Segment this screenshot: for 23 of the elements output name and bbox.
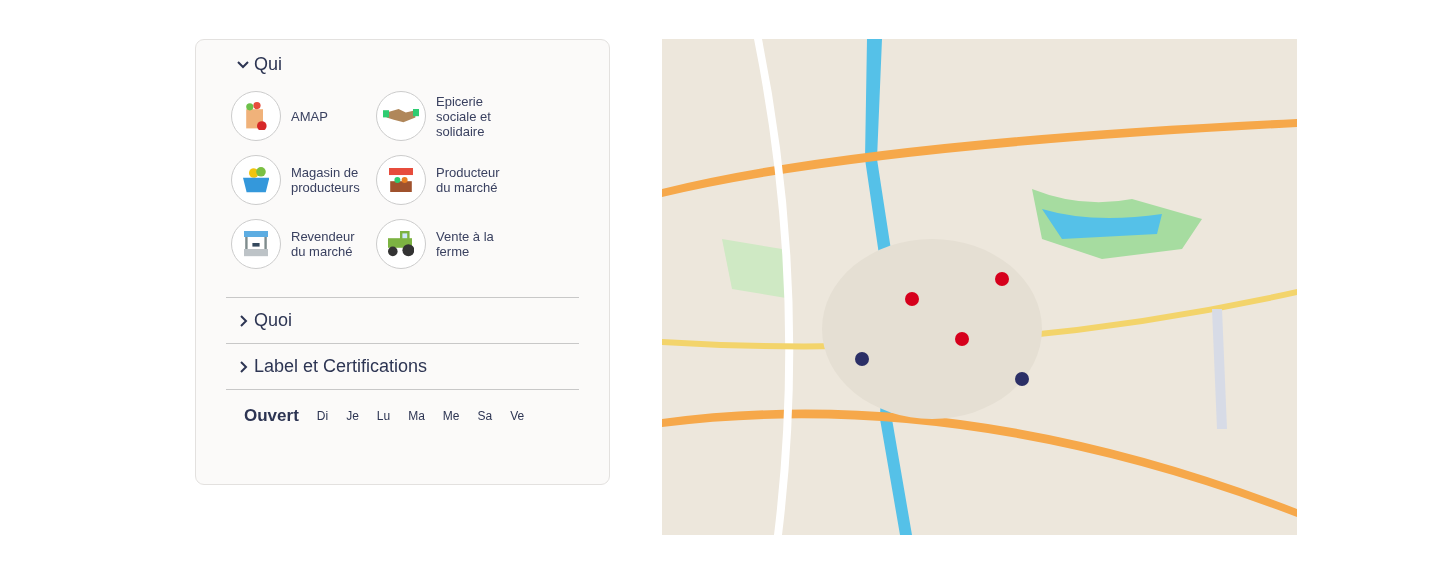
bag-icon <box>245 101 267 131</box>
day-option[interactable]: Me <box>442 409 460 423</box>
day-option[interactable]: Di <box>316 409 329 423</box>
kiosk-icon <box>244 231 268 257</box>
tractor-icon <box>387 231 415 257</box>
category-option[interactable]: Epicerie sociale et solidaire <box>376 91 521 141</box>
handshake-icon <box>383 109 419 123</box>
category-option[interactable]: AMAP <box>231 91 376 141</box>
section-toggle[interactable]: Label et Certifications <box>226 344 438 389</box>
category-option[interactable]: Magasin de producteurs <box>231 155 376 205</box>
day-option[interactable]: Ve <box>510 409 525 423</box>
day-option[interactable]: Lu <box>376 409 391 423</box>
category-option[interactable]: Revendeur du marché <box>231 219 376 269</box>
day-option[interactable]: Ma <box>408 409 425 423</box>
category-option[interactable]: Vente à la ferme <box>376 219 521 269</box>
stall-icon <box>389 168 413 192</box>
section-toggle[interactable]: Quoi <box>226 298 303 343</box>
basket-icon <box>242 167 270 193</box>
category-option[interactable]: Producteur du marché <box>376 155 521 205</box>
day-option[interactable]: Sa <box>477 409 493 423</box>
open-label: Ouvert <box>244 406 299 426</box>
day-option[interactable]: Je <box>346 409 359 423</box>
section-toggle[interactable]: Qui <box>226 50 292 79</box>
